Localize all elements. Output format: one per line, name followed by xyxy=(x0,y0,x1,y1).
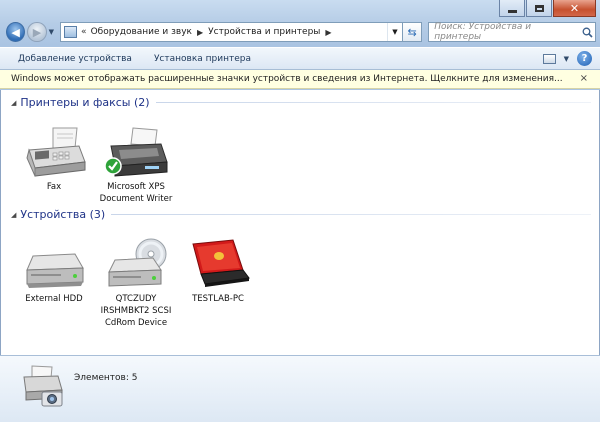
caption-buttons: ✕ xyxy=(499,0,596,17)
view-dropdown-icon[interactable]: ▼ xyxy=(564,55,569,63)
breadcrumb-devices-and-printers[interactable]: Устройства и принтеры xyxy=(208,27,320,37)
address-dropdown-icon[interactable]: ▼ xyxy=(386,23,402,41)
device-external-hdd[interactable]: External HDD xyxy=(13,238,95,305)
device-testlab-pc[interactable]: TESTLAB-PC xyxy=(177,238,259,305)
device-label: Microsoft XPS Document Writer xyxy=(99,182,173,204)
details-pane: Элементов: 5 xyxy=(0,355,600,422)
back-arrow-icon: ◀ xyxy=(11,25,20,39)
forward-arrow-icon: ▶ xyxy=(32,25,42,39)
hard-drive-icon xyxy=(26,253,84,288)
view-options-icon[interactable] xyxy=(542,53,556,64)
item-count: Элементов: 5 xyxy=(74,373,138,383)
breadcrumb-separator-icon[interactable]: ▶ xyxy=(325,28,331,37)
navigation-bar: ◀ ▶ ▼ « Оборудование и звук ▶ Устройства… xyxy=(6,19,596,45)
group-divider xyxy=(111,214,591,215)
device-fax[interactable]: Fax xyxy=(13,126,95,193)
info-bar-text: Windows может отображать расширенные зна… xyxy=(11,74,563,84)
cdrom-drive-icon xyxy=(108,238,167,287)
refresh-icon: ⇆ xyxy=(407,25,417,39)
close-icon: ✕ xyxy=(569,1,580,15)
info-bar[interactable]: Windows может отображать расширенные зна… xyxy=(0,70,600,89)
search-input[interactable]: Поиск: Устройства и принтеры xyxy=(428,22,596,42)
minimize-icon xyxy=(507,9,517,13)
printer-camera-icon xyxy=(23,365,63,407)
device-cdrom[interactable]: QTCZUDY IRSHMBKT2 SCSI CdRom Device xyxy=(95,238,177,329)
group-title: Устройства (3) xyxy=(20,208,106,221)
help-icon[interactable]: ? xyxy=(577,51,592,66)
control-panel-icon xyxy=(64,26,78,38)
address-overflow-chevron[interactable]: « xyxy=(81,27,87,37)
devices-view: ◢ Принтеры и факсы (2) Fax Microsoft XPS… xyxy=(0,90,600,355)
search-placeholder: Поиск: Устройства и принтеры xyxy=(434,22,532,42)
minimize-button[interactable] xyxy=(499,0,525,17)
group-header-devices[interactable]: ◢ Устройства (3) xyxy=(11,208,591,221)
recent-pages-dropdown[interactable]: ▼ xyxy=(49,28,54,36)
address-bar[interactable]: « Оборудование и звук ▶ Устройства и при… xyxy=(60,22,403,42)
collapse-arrow-icon[interactable]: ◢ xyxy=(11,99,16,107)
forward-button[interactable]: ▶ xyxy=(27,22,47,42)
breadcrumb: Оборудование и звук ▶ Устройства и принт… xyxy=(91,27,337,37)
device-label: QTCZUDY IRSHMBKT2 SCSI CdRom Device xyxy=(100,294,172,328)
close-button[interactable]: ✕ xyxy=(553,0,596,17)
info-bar-close-icon[interactable]: × xyxy=(580,73,588,84)
maximize-icon xyxy=(534,4,544,12)
device-label: Fax xyxy=(46,182,62,192)
fax-icon xyxy=(26,127,86,177)
refresh-button[interactable]: ⇆ xyxy=(402,22,423,42)
collapse-arrow-icon[interactable]: ◢ xyxy=(11,211,16,219)
command-bar: Добавление устройства Установка принтера… xyxy=(0,47,600,70)
add-printer-button[interactable]: Установка принтера xyxy=(154,54,251,64)
device-xps-writer[interactable]: Microsoft XPS Document Writer xyxy=(95,126,177,205)
maximize-button[interactable] xyxy=(526,0,552,17)
window-frame: ✕ ◀ ▶ ▼ « Оборудование и звук ▶ Устройст… xyxy=(0,0,600,422)
search-icon[interactable] xyxy=(579,27,595,38)
printer-default-icon xyxy=(104,127,168,177)
breadcrumb-hardware-and-sound[interactable]: Оборудование и звук xyxy=(91,27,192,37)
command-bar-right: ▼ ? xyxy=(542,51,592,66)
add-device-button[interactable]: Добавление устройства xyxy=(18,54,132,64)
group-divider xyxy=(155,102,591,103)
device-label: TESTLAB-PC xyxy=(192,294,244,304)
back-button[interactable]: ◀ xyxy=(6,22,26,42)
breadcrumb-separator-icon[interactable]: ▶ xyxy=(197,28,203,37)
group-header-printers[interactable]: ◢ Принтеры и факсы (2) xyxy=(11,96,591,109)
device-label: External HDD xyxy=(25,294,83,304)
laptop-icon xyxy=(192,239,250,287)
group-title: Принтеры и факсы (2) xyxy=(20,96,150,109)
